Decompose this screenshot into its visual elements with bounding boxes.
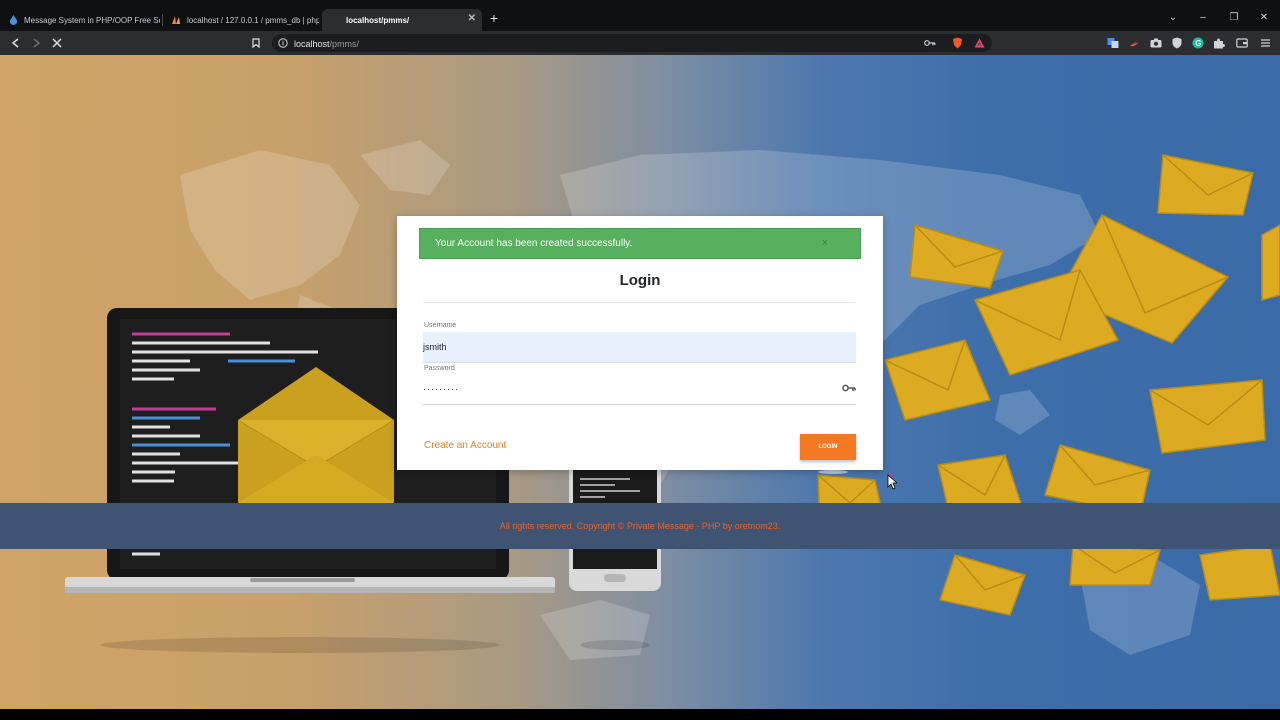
brave-shield-icon[interactable] — [950, 36, 964, 50]
tab-phpmyadmin[interactable]: localhost / 127.0.0.1 / pmms_db | php — [163, 9, 319, 31]
forward-icon[interactable] — [29, 36, 43, 50]
close-window-icon[interactable]: ✕ — [1258, 12, 1270, 23]
success-alert: Your Account has been created successful… — [419, 228, 861, 259]
phpmyadmin-icon — [171, 15, 181, 25]
tab-label: localhost / 127.0.0.1 / pmms_db | php — [187, 15, 319, 25]
mouse-cursor-icon — [887, 474, 897, 490]
alert-close-icon[interactable]: × — [822, 237, 828, 249]
url-text: localhost/pmms/ — [294, 39, 359, 49]
login-card: Your Account has been created successful… — [397, 216, 883, 470]
password-value: ········· — [423, 384, 459, 394]
wallet-icon[interactable] — [1236, 37, 1248, 49]
create-account-link[interactable]: Create an Account — [424, 440, 506, 451]
password-input[interactable]: ········· — [423, 374, 856, 405]
stop-loading-icon[interactable] — [50, 36, 64, 50]
url-host: localhost — [294, 39, 330, 49]
drop-icon — [8, 15, 18, 25]
username-input[interactable]: jsmith — [423, 332, 856, 363]
page-viewport: All rights reserved. Copyright © Private… — [0, 55, 1280, 709]
translate-extension-icon[interactable] — [1107, 37, 1119, 49]
url-path: /pmms/ — [329, 39, 360, 49]
page-icon — [330, 15, 340, 25]
title-divider — [423, 302, 855, 303]
browser-tab-bar: Message System in PHP/OOP Free So localh… — [0, 0, 1280, 31]
menu-icon[interactable] — [1259, 37, 1271, 49]
shield-extension-icon[interactable] — [1171, 37, 1183, 49]
tab-search-chevron-icon[interactable]: ⌄ — [1167, 12, 1179, 23]
footer-copyright: All rights reserved. Copyright © Private… — [499, 521, 781, 531]
puzzle-extensions-icon[interactable] — [1213, 37, 1225, 49]
login-title: Login — [619, 272, 661, 289]
new-tab-icon[interactable]: + — [488, 11, 500, 25]
login-button[interactable]: LOGIN — [800, 434, 856, 460]
password-label: Password — [424, 365, 455, 372]
username-label: Username — [424, 322, 457, 329]
tab-label: Message System in PHP/OOP Free So — [24, 15, 160, 25]
grammarly-extension-icon[interactable]: G — [1192, 37, 1204, 49]
address-bar[interactable] — [272, 34, 992, 52]
browser-toolbar: localhost/pmms/ G — [0, 31, 1280, 55]
svg-text:G: G — [1195, 39, 1201, 48]
tab-label: localhost/pmms/ — [346, 15, 410, 25]
brave-rewards-icon[interactable] — [972, 36, 986, 50]
tab-message-system[interactable]: Message System in PHP/OOP Free So — [0, 9, 160, 31]
close-tab-icon[interactable]: ✕ — [468, 13, 476, 24]
screen-bottom-edge — [0, 709, 1280, 720]
restore-icon[interactable]: ❐ — [1228, 12, 1240, 23]
key-icon[interactable] — [842, 383, 856, 395]
camera-extension-icon[interactable] — [1150, 37, 1162, 49]
swift-extension-icon[interactable] — [1129, 37, 1141, 49]
password-key-icon[interactable] — [923, 36, 937, 50]
bookmark-icon[interactable] — [249, 36, 263, 50]
alert-message: Your Account has been created successful… — [435, 238, 633, 249]
site-info-icon[interactable] — [276, 36, 290, 50]
minimize-icon[interactable]: – — [1197, 12, 1209, 23]
back-icon[interactable] — [8, 36, 22, 50]
site-footer: All rights reserved. Copyright © Private… — [0, 503, 1280, 549]
tab-pmms[interactable]: localhost/pmms/ ✕ — [322, 9, 482, 31]
